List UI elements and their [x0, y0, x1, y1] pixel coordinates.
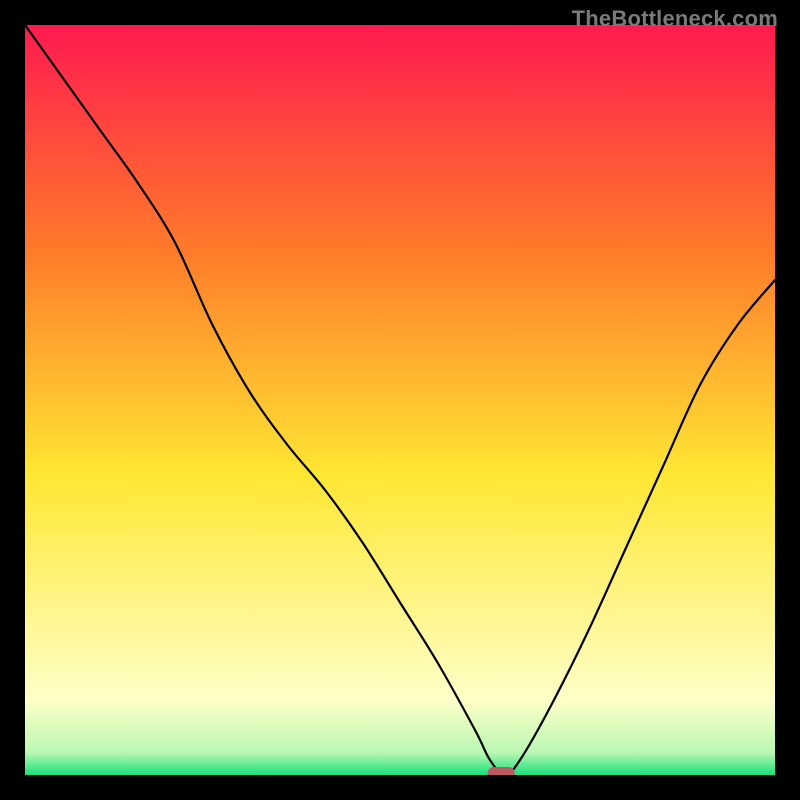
optimum-marker: [488, 767, 515, 775]
gradient-background: [25, 25, 775, 775]
plot-area: [25, 25, 775, 775]
watermark-text: TheBottleneck.com: [572, 6, 778, 32]
bottleneck-chart: [25, 25, 775, 775]
